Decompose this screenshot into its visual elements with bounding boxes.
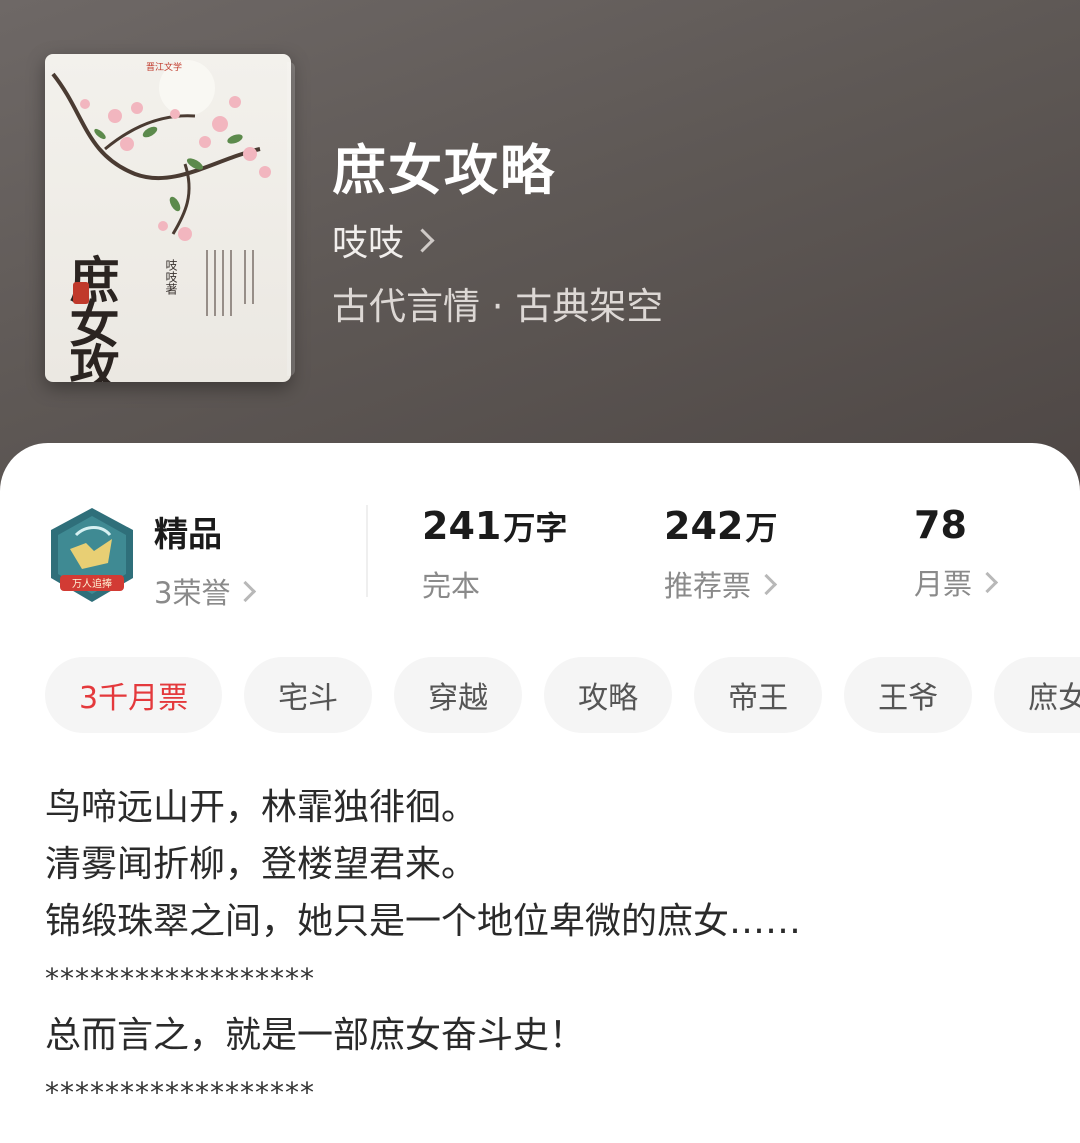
tag-list: 3千月票 宅斗 穿越 攻略 帝王 王爷 庶女 (45, 657, 1080, 733)
description-line: 锦缎珠翠之间，她只是一个地位卑微的庶女…… (45, 901, 802, 942)
cover-spine (287, 62, 295, 376)
chevron-right-icon (235, 580, 257, 602)
description-line: 总而言之，就是一部庶女奋斗史！ (45, 1015, 586, 1056)
word-count-stat: 241 万字 完本 (422, 503, 567, 605)
tag-item[interactable]: 攻略 (544, 657, 673, 733)
recommend-votes-stat[interactable]: 242 万 推荐票 (664, 503, 777, 605)
stats-divider (366, 505, 368, 597)
tag-item[interactable]: 庶女 (994, 657, 1080, 733)
tag-item[interactable]: 帝王 (694, 657, 823, 733)
tag-item[interactable]: 王爷 (844, 657, 973, 733)
description-separator: ****************** (45, 962, 315, 995)
book-cover-image[interactable]: 晋江文学 庶女攻略 吱吱著 (45, 54, 291, 382)
cover-title: 庶女攻略 (62, 254, 121, 382)
completion-status: 完本 (422, 569, 481, 603)
cover-author-mark: 吱吱著 (164, 259, 178, 296)
tag-item[interactable]: 穿越 (394, 657, 523, 733)
badge-text: 万人追捧 (72, 577, 112, 590)
chevron-right-icon (755, 573, 778, 595)
chevron-right-icon (976, 571, 999, 593)
honors-label: 3荣誉 (154, 576, 231, 610)
description-line: 鸟啼远山开，林霏独徘徊。 (45, 787, 478, 828)
chevron-right-icon (410, 227, 435, 253)
word-count-unit: 万字 (503, 509, 568, 547)
word-count-value: 241 (422, 504, 502, 548)
monthly-votes-value: 78 (914, 503, 967, 547)
recommend-votes-label: 推荐票 (664, 569, 752, 603)
book-description[interactable]: 鸟啼远山开，林霏独徘徊。 清雾闻折柳，登楼望君来。 锦缎珠翠之间，她只是一个地位… (45, 779, 1045, 1121)
book-header: 晋江文学 庶女攻略 吱吱著 庶女攻略 吱吱 古代言情 · 古典架空 (0, 0, 1080, 520)
monthly-votes-label: 月票 (914, 567, 973, 601)
quality-badge-icon[interactable]: 万人追捧 (46, 505, 138, 605)
tag-item[interactable]: 宅斗 (244, 657, 373, 733)
description-line: 清雾闻折柳，登楼望君来。 (45, 844, 478, 885)
description-separator: ****************** (45, 1076, 315, 1109)
book-title: 庶女攻略 (332, 138, 556, 202)
tag-monthly-votes[interactable]: 3千月票 (45, 657, 223, 733)
stats-row: 万人追捧 精品 3荣誉 241 万字 完本 242 万 推荐票 78 月票 (0, 443, 1080, 633)
cover-publisher-mark: 晋江文学 (146, 61, 182, 73)
author-link[interactable]: 吱吱 (332, 214, 435, 266)
book-genre: 古代言情 · 古典架空 (332, 285, 664, 328)
book-detail-card: 万人追捧 精品 3荣誉 241 万字 完本 242 万 推荐票 78 月票 3千月票… (0, 443, 1080, 1143)
recommend-votes-unit: 万 (745, 509, 778, 547)
recommend-votes-value: 242 (664, 504, 744, 548)
monthly-votes-stat[interactable]: 78 月票 (914, 503, 999, 603)
quality-label: 精品 (154, 515, 222, 555)
quality-stat[interactable]: 精品 3荣誉 (154, 507, 257, 612)
author-name: 吱吱 (332, 223, 405, 264)
